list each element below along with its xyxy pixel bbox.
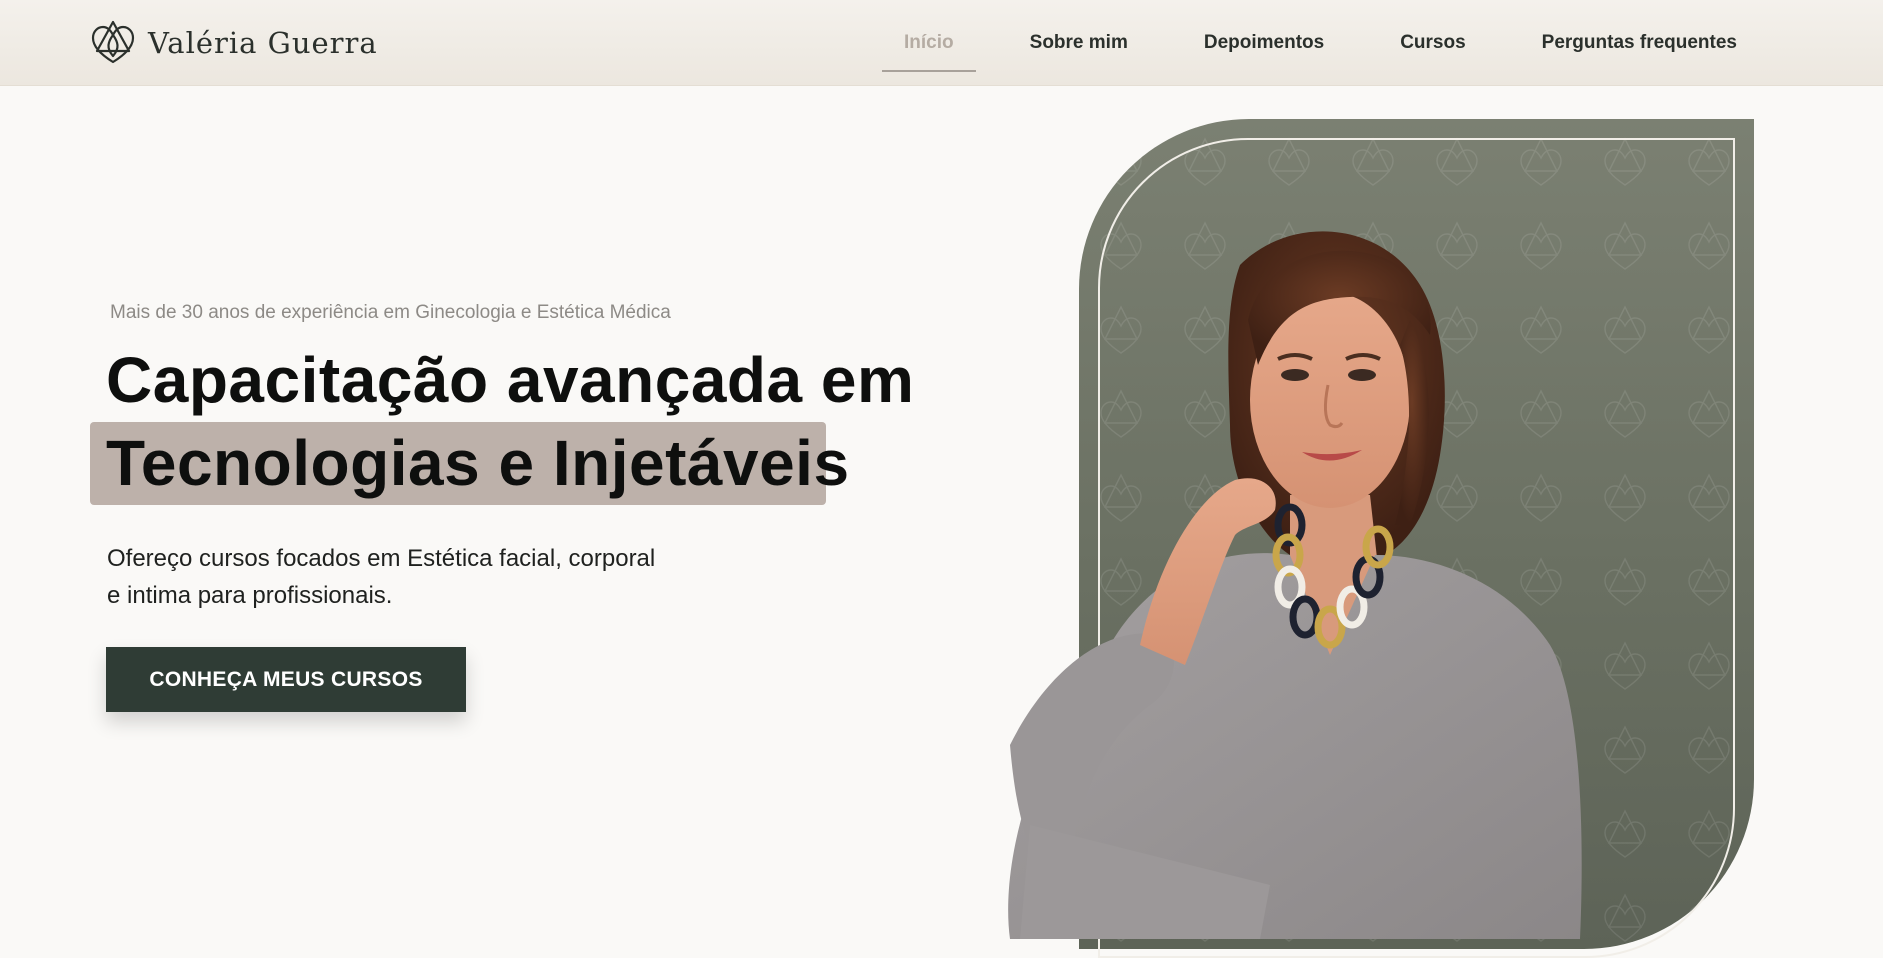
brand-logo[interactable]: Valéria Guerra bbox=[88, 18, 378, 68]
headline-highlight: Tecnologias e Injetáveis bbox=[90, 422, 849, 505]
heart-knot-icon bbox=[91, 20, 135, 64]
nav-item-perguntas-frequentes[interactable]: Perguntas frequentes bbox=[1504, 0, 1775, 86]
hero-description: Ofereço cursos focados em Estética facia… bbox=[107, 540, 727, 614]
nav-item-cursos[interactable]: Cursos bbox=[1362, 0, 1503, 86]
nav-item-inicio[interactable]: Início bbox=[866, 0, 992, 86]
nav-item-sobre-mim[interactable]: Sobre mim bbox=[992, 0, 1166, 86]
hero-headline-line2: Tecnologias e Injetáveis bbox=[106, 427, 850, 499]
main-nav: Início Sobre mim Depoimentos Cursos Perg… bbox=[866, 0, 1775, 86]
portrait-image bbox=[1008, 231, 1582, 939]
hero-headline-line1: Capacitação avançada em bbox=[106, 344, 915, 416]
brand-name: Valéria Guerra bbox=[148, 26, 378, 60]
hero-description-line2: e intima para profissionais. bbox=[107, 582, 393, 609]
nav-item-depoimentos[interactable]: Depoimentos bbox=[1166, 0, 1362, 86]
hero-subtitle: Mais de 30 anos de experiência em Gineco… bbox=[110, 302, 671, 323]
site-header: Valéria Guerra Início Sobre mim Depoimen… bbox=[0, 0, 1883, 86]
cta-courses-button[interactable]: CONHEÇA MEUS CURSOS bbox=[106, 647, 466, 712]
hero-description-line1: Ofereço cursos focados em Estética facia… bbox=[107, 545, 656, 572]
